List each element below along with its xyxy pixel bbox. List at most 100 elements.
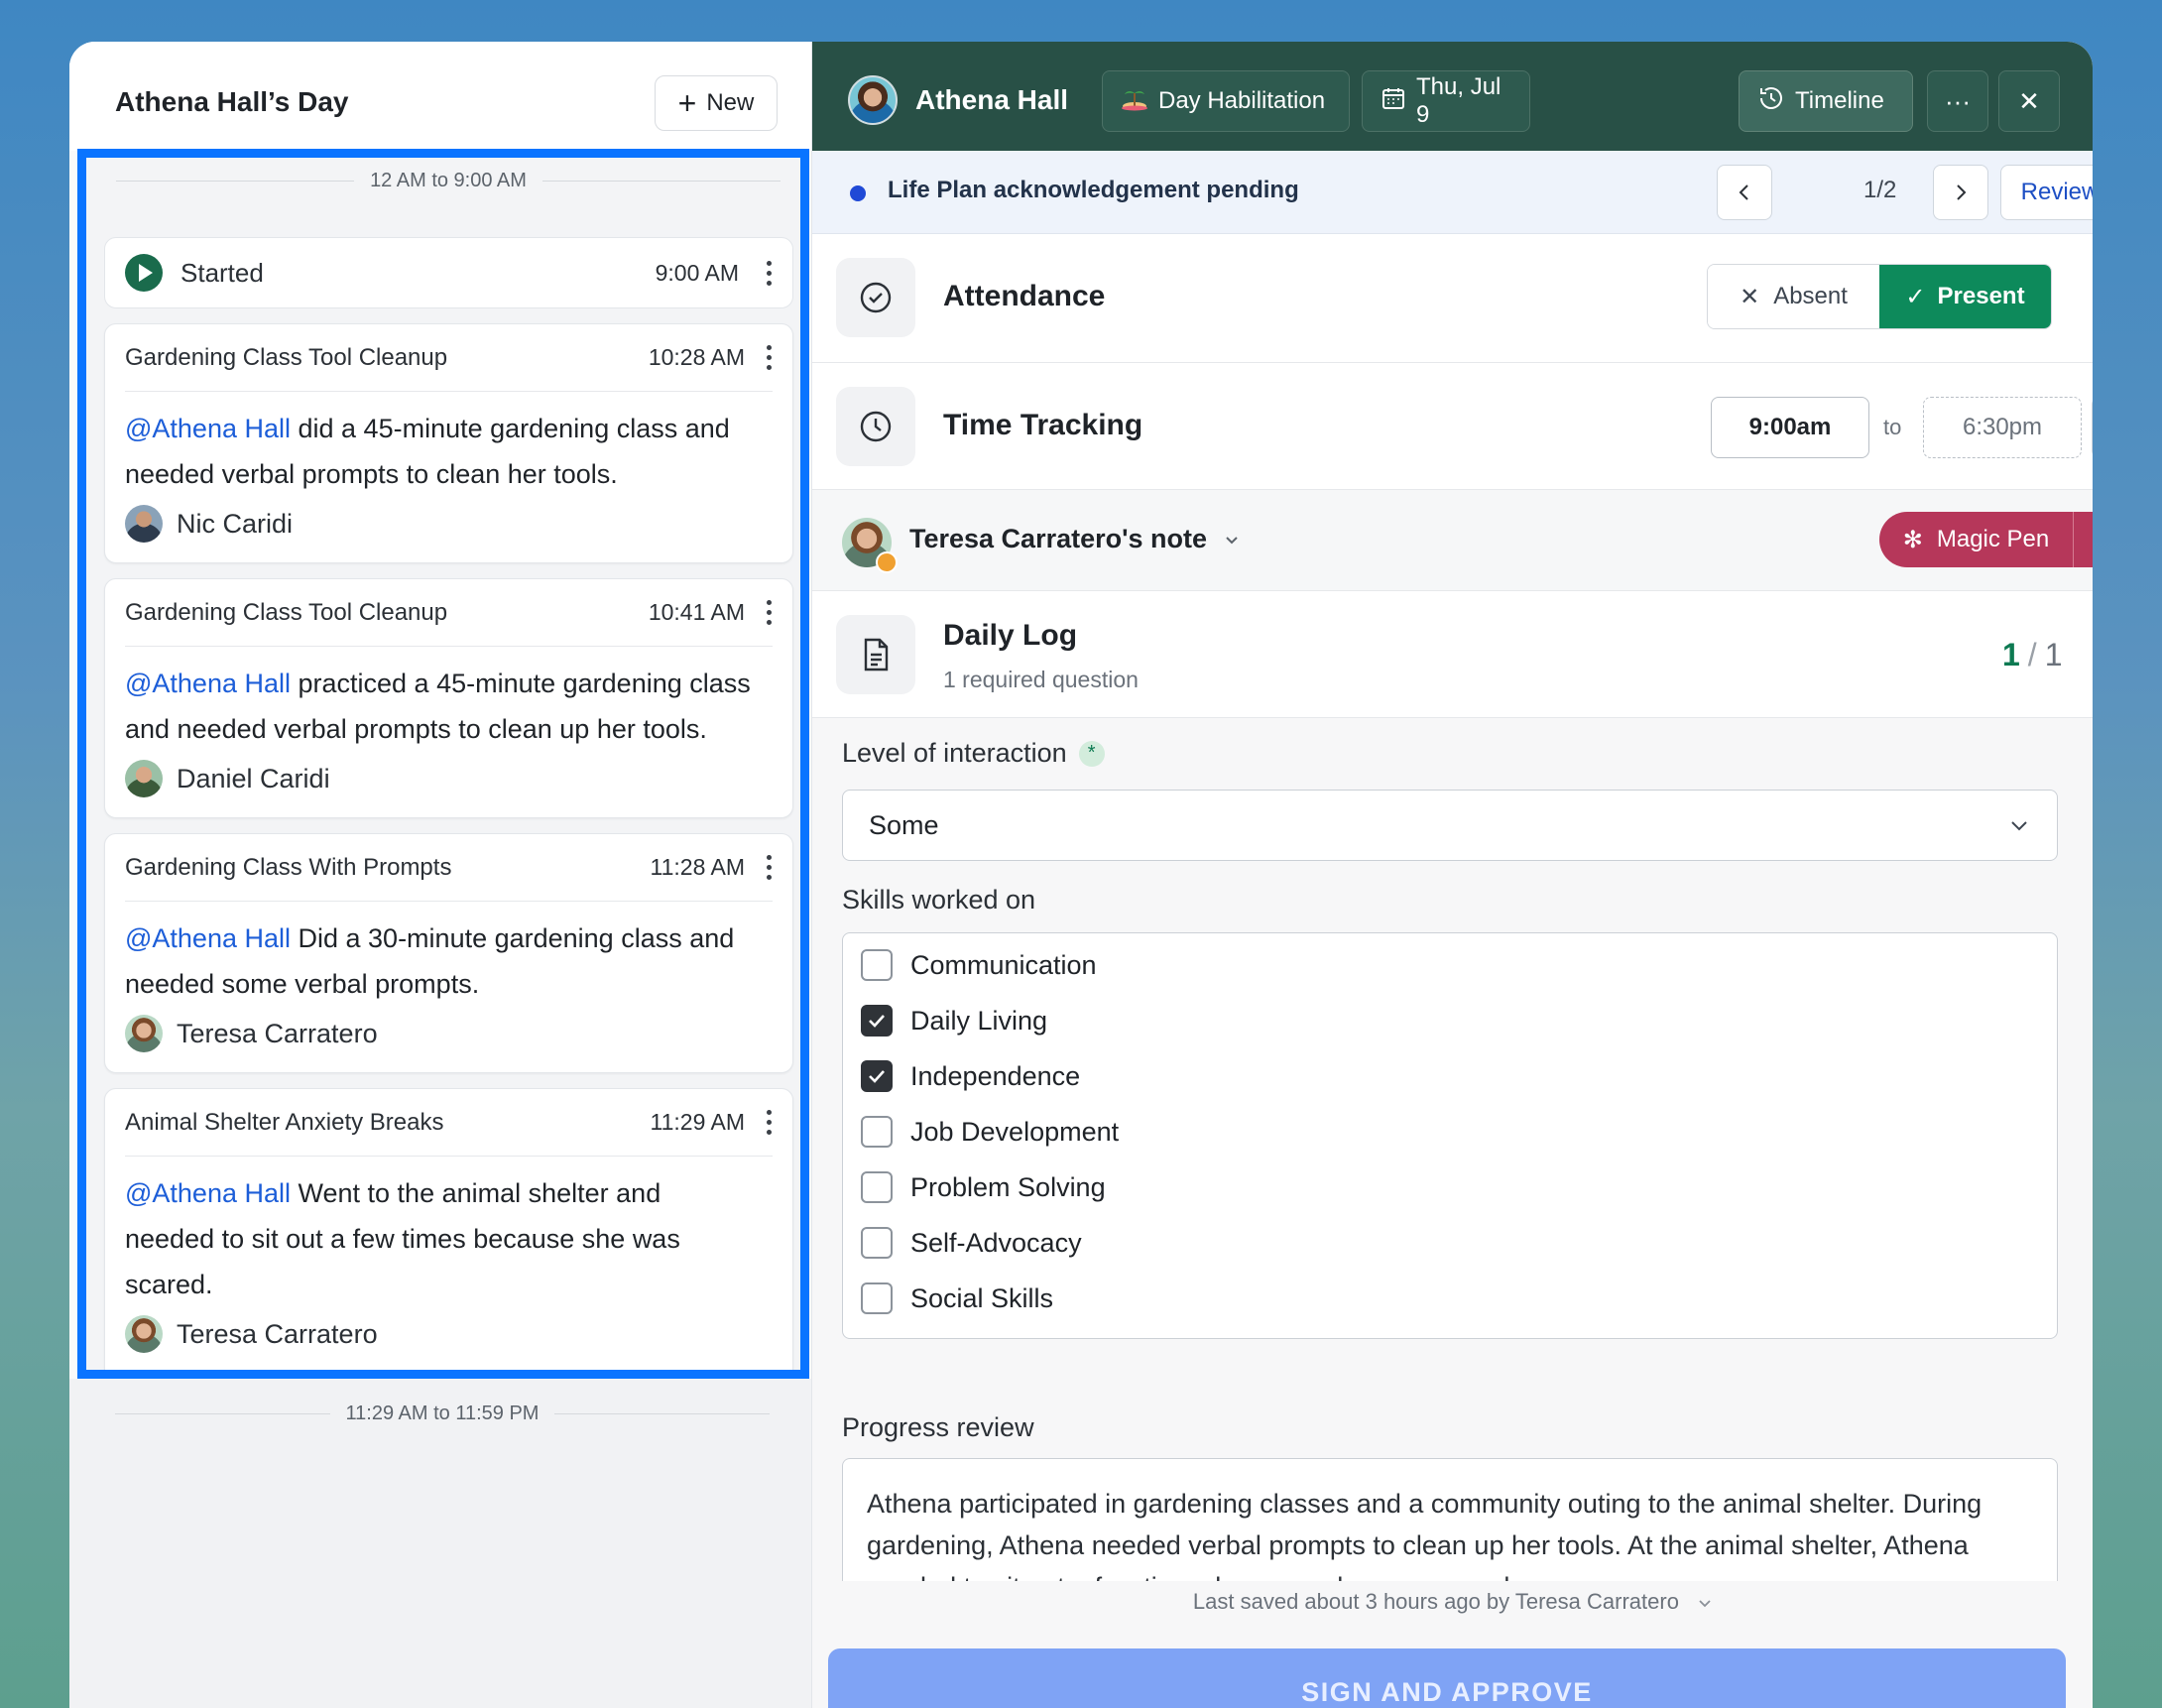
interaction-select[interactable]: Some xyxy=(842,790,2058,861)
entry-author: Daniel Caridi xyxy=(125,760,330,797)
more-options-icon[interactable] xyxy=(765,345,773,370)
daily-log-title: Daily Log xyxy=(943,619,1078,652)
person-name: Athena Hall xyxy=(915,84,1069,115)
entry-text: @Athena Hall Did a 30-minute gardening c… xyxy=(125,923,735,999)
timeline-entries[interactable]: 12 AM to 9:00 AM Started 9:00 AM Gardeni… xyxy=(77,149,809,1379)
skill-checkbox[interactable]: Self-Advocacy xyxy=(861,1227,1082,1259)
attendance-toggle: ✕ Absent ✓ Present xyxy=(1707,264,2052,329)
previous-button[interactable] xyxy=(1717,165,1772,220)
avatar xyxy=(848,75,898,125)
program-chip[interactable]: Day Habilitation xyxy=(1102,70,1350,132)
timeline-remaining: 11:29 AM to 11:59 PM xyxy=(69,1379,811,1708)
entry-title: Animal Shelter Anxiety Breaks xyxy=(125,1108,444,1136)
entry-time: 11:28 AM xyxy=(650,854,745,880)
check-icon xyxy=(869,1070,885,1083)
mention-link[interactable]: @Athena Hall xyxy=(125,669,291,698)
question-counter: 1 / 1 xyxy=(2002,637,2063,672)
more-options-icon[interactable] xyxy=(765,1110,773,1135)
last-saved-status[interactable]: Last saved about 3 hours ago by Teresa C… xyxy=(812,1589,2093,1615)
started-label: Started xyxy=(180,257,264,288)
chevron-down-icon xyxy=(2091,530,2093,549)
skills-checklist: Communication Daily Living Independence … xyxy=(842,932,2058,1339)
entry-title: Gardening Class With Prompts xyxy=(125,853,452,881)
daily-log-section[interactable]: Daily Log 1 required question 1 / 1 xyxy=(812,591,2093,718)
absent-button[interactable]: ✕ Absent xyxy=(1708,265,1879,328)
skill-checkbox[interactable]: Independence xyxy=(861,1060,1080,1092)
magic-pen-main[interactable]: ✻ Magic Pen xyxy=(1879,512,2074,567)
next-button[interactable] xyxy=(1933,165,1988,220)
magic-pen-button[interactable]: ✻ Magic Pen xyxy=(1879,512,2093,567)
timeline-entry-card[interactable]: Gardening Class Tool Cleanup 10:41 AM @A… xyxy=(104,578,793,818)
checkbox[interactable] xyxy=(861,1171,893,1203)
more-options-icon[interactable] xyxy=(765,260,773,286)
timeline-entry-card[interactable]: Gardening Class With Prompts 11:28 AM @A… xyxy=(104,833,793,1073)
pager: 1/2 xyxy=(1863,177,1897,203)
chevron-down-icon xyxy=(1699,1600,1711,1608)
start-time-input[interactable]: 9:00am xyxy=(1711,397,1869,458)
status-dot xyxy=(850,185,866,201)
chevron-down-icon[interactable] xyxy=(2092,647,2093,669)
day-title: Athena Hall’s Day xyxy=(115,86,349,117)
island-icon xyxy=(1121,84,1148,119)
status-badge xyxy=(876,551,898,573)
checkbox[interactable] xyxy=(861,1060,893,1092)
timeline-button[interactable]: Timeline xyxy=(1739,70,1913,132)
date-chip[interactable]: Thu, Jul 9 xyxy=(1362,70,1530,132)
skill-checkbox[interactable]: Social Skills xyxy=(861,1282,1053,1314)
time-range-separator: 12 AM to 9:00 AM xyxy=(116,170,781,192)
magic-pen-dropdown[interactable] xyxy=(2074,512,2093,567)
checkbox[interactable] xyxy=(861,1227,893,1259)
daily-log-subtitle: 1 required question xyxy=(943,667,1139,692)
play-icon xyxy=(125,254,163,292)
mention-link[interactable]: @Athena Hall xyxy=(125,923,291,953)
avatar xyxy=(125,1015,163,1052)
checkbox[interactable] xyxy=(861,1282,893,1314)
entry-time: 10:41 AM xyxy=(648,599,745,625)
time-range-label: 11:29 AM to 11:59 PM xyxy=(345,1403,540,1424)
history-icon xyxy=(1757,84,1785,119)
to-label: to xyxy=(1883,415,1902,439)
entry-text: @Athena Hall Went to the animal shelter … xyxy=(125,1178,680,1299)
entry-author: Teresa Carratero xyxy=(125,1315,378,1353)
time-tracking-title: Time Tracking xyxy=(943,409,1143,441)
mention-link[interactable]: @Athena Hall xyxy=(125,414,291,443)
new-label: New xyxy=(706,89,755,116)
skill-checkbox[interactable]: Daily Living xyxy=(861,1005,1047,1037)
sign-and-approve-button[interactable]: SIGN AND APPROVE xyxy=(828,1648,2066,1708)
attendance-title: Attendance xyxy=(943,280,1106,312)
check-icon: ✓ xyxy=(1905,283,1926,310)
checkbox[interactable] xyxy=(861,949,893,981)
new-entry-button[interactable]: + New xyxy=(655,75,778,131)
timeline-entry-card[interactable]: Animal Shelter Anxiety Breaks 11:29 AM @… xyxy=(104,1088,793,1370)
review-button[interactable]: Review xyxy=(2000,165,2093,220)
more-options-icon[interactable] xyxy=(765,600,773,625)
day-timeline-panel: Athena Hall’s Day + New 12 AM to 9:00 AM… xyxy=(69,42,811,1708)
entry-text: @Athena Hall did a 45-minute gardening c… xyxy=(125,414,730,489)
required-icon: * xyxy=(1078,740,1105,767)
started-entry[interactable]: Started 9:00 AM xyxy=(104,237,793,308)
more-options-icon[interactable] xyxy=(765,855,773,880)
end-time-input[interactable]: 6:30pm xyxy=(1923,397,2082,458)
checkbox[interactable] xyxy=(861,1005,893,1037)
mention-link[interactable]: @Athena Hall xyxy=(125,1178,291,1208)
skill-checkbox[interactable]: Problem Solving xyxy=(861,1171,1106,1203)
check-icon xyxy=(869,1015,885,1028)
timeline-entry-card[interactable]: Gardening Class Tool Cleanup 10:28 AM @A… xyxy=(104,323,793,563)
skill-checkbox[interactable]: Communication xyxy=(861,949,1097,981)
present-button[interactable]: ✓ Present xyxy=(1879,265,2051,328)
chevron-down-icon xyxy=(2011,821,2027,831)
avatar xyxy=(125,760,163,797)
checkbox[interactable] xyxy=(861,1116,893,1148)
entry-title: Gardening Class Tool Cleanup xyxy=(125,598,448,626)
note-author-dropdown[interactable]: Teresa Carratero's note xyxy=(909,524,1241,554)
close-button[interactable]: ✕ xyxy=(1998,70,2060,132)
entry-time: 11:29 AM xyxy=(650,1109,745,1135)
started-time: 9:00 AM xyxy=(655,259,739,286)
acknowledgement-text: Life Plan acknowledgement pending xyxy=(888,177,1299,203)
skills-label: Skills worked on xyxy=(842,885,1036,915)
time-options-button[interactable] xyxy=(2092,397,2093,458)
more-menu-button[interactable]: ··· xyxy=(1927,70,1988,132)
note-author-row: Teresa Carratero's note ✻ Magic Pen xyxy=(812,490,2093,591)
progress-review-textarea[interactable]: Athena participated in gardening classes… xyxy=(842,1458,2058,1581)
skill-checkbox[interactable]: Job Development xyxy=(861,1116,1119,1148)
